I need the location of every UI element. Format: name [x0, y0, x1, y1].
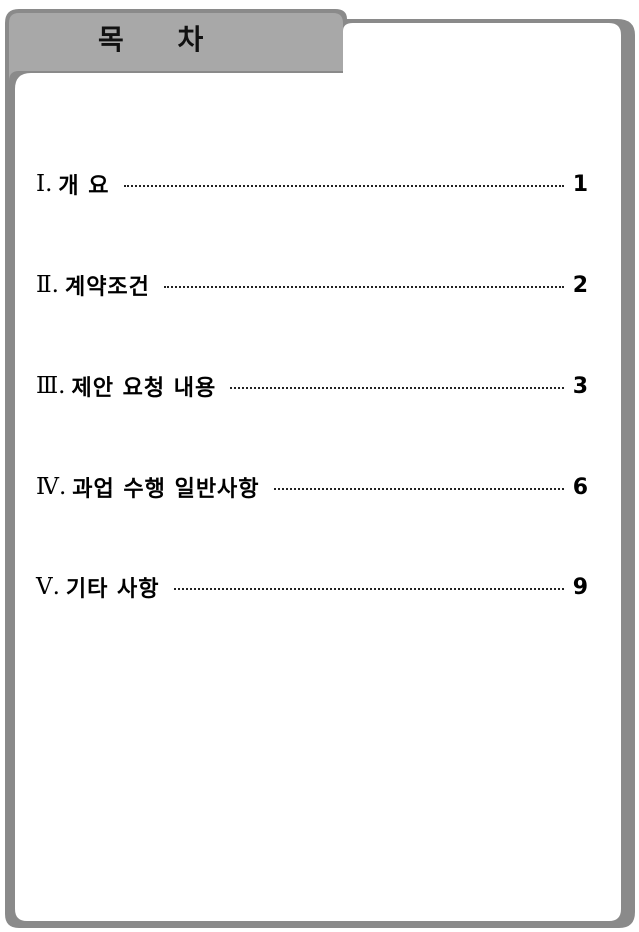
toc-item[interactable]: Ⅲ. 제안 요청 내용 3: [36, 366, 588, 406]
toc-item-number: Ⅲ.: [36, 373, 66, 399]
toc-item-number: Ⅴ.: [36, 574, 60, 600]
toc-item-title: 기타 사항: [65, 577, 160, 602]
toc-item-title: 과업 수행 일반사항: [72, 477, 260, 502]
toc-item-page: 9: [572, 574, 588, 600]
toc-item-number: Ⅱ.: [36, 272, 59, 298]
toc-leader-dots: [230, 387, 564, 389]
toc-leader-dots: [273, 488, 564, 490]
toc-leader-dots: [163, 286, 564, 288]
toc-item-title: 제안 요청 내용: [71, 376, 217, 401]
toc-leader-dots: [123, 185, 564, 187]
toc-item[interactable]: Ⅰ. 개 요 1: [36, 164, 588, 204]
toc-item-page: 3: [572, 373, 588, 399]
toc-item-title: 개 요: [58, 174, 110, 199]
toc-item-page: 1: [572, 171, 588, 197]
toc-item-number: Ⅰ.: [36, 171, 53, 197]
toc-item-page: 2: [572, 272, 588, 298]
toc-item-page: 6: [572, 474, 588, 500]
tab-title: 목 차: [98, 23, 226, 56]
toc-item[interactable]: Ⅱ. 계약조건 2: [36, 265, 588, 305]
toc-item[interactable]: Ⅳ. 과업 수행 일반사항 6: [36, 467, 588, 507]
toc-item[interactable]: Ⅴ. 기타 사항 9: [36, 567, 588, 607]
toc-leader-dots: [173, 588, 564, 590]
toc-item-title: 계약조건: [64, 275, 150, 300]
toc-item-number: Ⅳ.: [36, 474, 67, 500]
